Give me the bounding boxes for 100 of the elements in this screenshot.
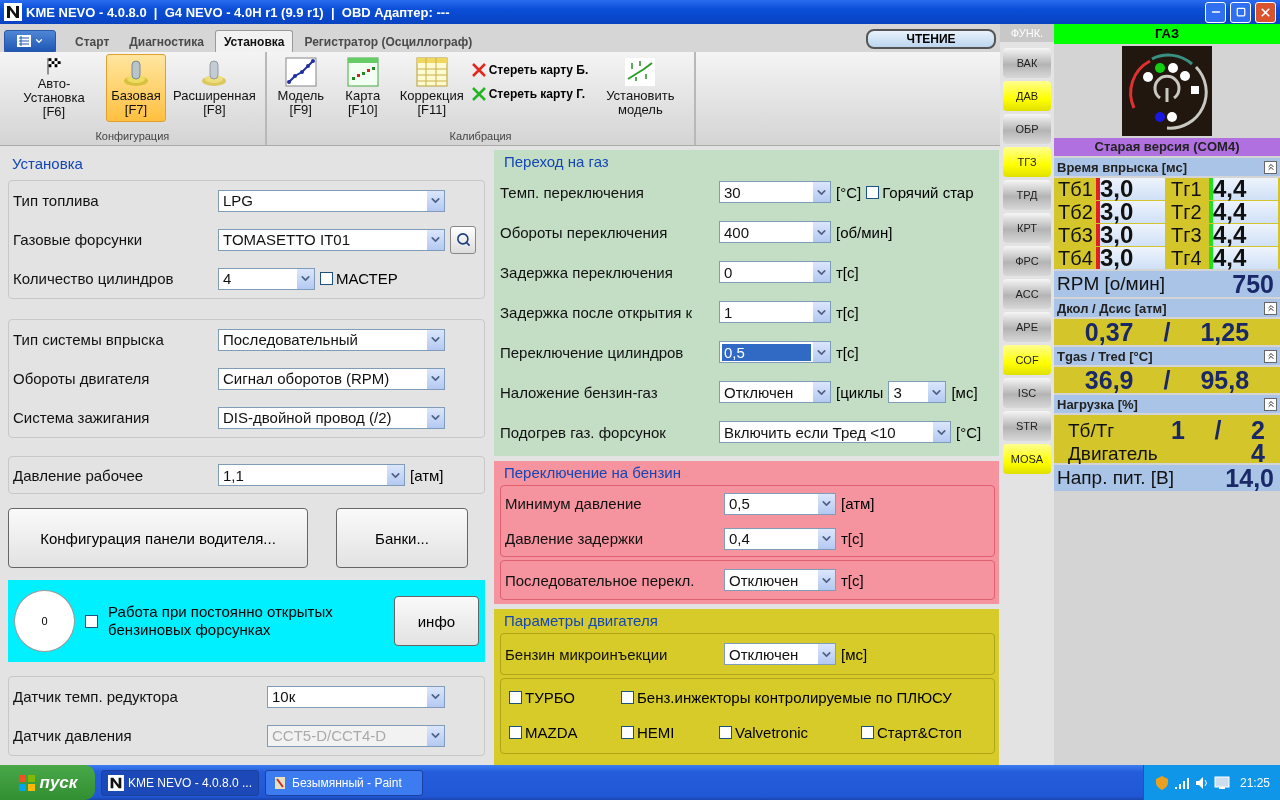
app-logo-icon bbox=[4, 3, 22, 21]
function-button[interactable]: MOSA bbox=[1003, 444, 1051, 474]
readout-value: 36,9 bbox=[1084, 365, 1134, 395]
section-title: Параметры двигателя bbox=[503, 611, 659, 631]
dropdown[interactable]: 0,4 bbox=[724, 527, 836, 550]
injector-value: 4,4 bbox=[1209, 201, 1278, 223]
ribbon-tab[interactable]: Регистратор (Осциллограф) bbox=[295, 30, 482, 52]
checkbox[interactable] bbox=[85, 614, 99, 628]
checkbox[interactable] bbox=[719, 726, 732, 739]
collapse-button[interactable] bbox=[1264, 160, 1277, 174]
ribbon-button[interactable]: Базовая [F7] bbox=[106, 54, 166, 122]
unit-label: [об/мин] bbox=[836, 223, 893, 241]
ribbon-tab[interactable]: Установка bbox=[214, 30, 294, 52]
function-button[interactable]: ОБР bbox=[1003, 114, 1051, 144]
collapse-button[interactable] bbox=[1264, 397, 1277, 411]
dropdown[interactable]: Отключен bbox=[724, 643, 836, 665]
chevron-down-icon bbox=[933, 422, 950, 442]
dropdown[interactable]: 1,1 bbox=[218, 464, 405, 486]
dropdown[interactable]: Отключен bbox=[719, 381, 831, 403]
taskbar-button[interactable]: KME NEVO - 4.0.8.0 ... bbox=[101, 769, 259, 796]
read-button[interactable]: ЧТЕНИЕ bbox=[866, 29, 996, 49]
checkbox[interactable] bbox=[621, 691, 634, 704]
function-button[interactable]: APE bbox=[1003, 312, 1051, 342]
function-button[interactable]: STR bbox=[1003, 411, 1051, 441]
ribbon-button[interactable]: Коррекция [F11] bbox=[394, 54, 469, 122]
function-button[interactable]: КРТ bbox=[1003, 213, 1051, 243]
function-button[interactable]: ACC bbox=[1003, 279, 1051, 309]
panel-title: Дкол / Дсис [атм] bbox=[1057, 300, 1167, 316]
injector-label: Тб2 bbox=[1057, 200, 1094, 224]
menu-button[interactable] bbox=[4, 30, 56, 52]
chevron-down-icon bbox=[818, 644, 835, 664]
unit-label: т[с] bbox=[841, 571, 864, 589]
dropdown[interactable]: 400 bbox=[719, 221, 831, 243]
maximize-button[interactable] bbox=[1230, 1, 1251, 23]
readout-label: Напр. пит. [В] bbox=[1057, 467, 1174, 489]
dropdown[interactable]: 0 bbox=[719, 261, 831, 283]
dropdown[interactable]: 3 bbox=[888, 381, 947, 403]
checkbox-label: Бенз.инжекторы контролируемые по ПЛЮСУ bbox=[637, 689, 952, 706]
collapse-button[interactable] bbox=[1264, 349, 1277, 363]
dropdown[interactable]: 30 bbox=[719, 181, 831, 203]
readout-label: Двигатель bbox=[1068, 442, 1158, 465]
minimize-button[interactable] bbox=[1205, 1, 1226, 23]
ribbon-button[interactable]: Авто-Установка [F6] bbox=[4, 54, 104, 122]
dropdown[interactable]: TOMASETTO IT01 bbox=[218, 228, 445, 251]
function-button[interactable]: ТГЗ bbox=[1003, 147, 1051, 177]
unit-label: т[с] bbox=[836, 343, 859, 361]
dialog-button[interactable]: Конфигурация панели водителя... bbox=[8, 508, 308, 568]
start-button[interactable]: пуск bbox=[0, 765, 95, 800]
unit-label: [°C] bbox=[956, 423, 982, 441]
checkbox[interactable] bbox=[509, 726, 522, 739]
taskbar-button[interactable]: Безымянный - Paint bbox=[265, 769, 423, 796]
dropdown[interactable]: Отключен bbox=[724, 569, 836, 591]
checkbox-label: Работа при постоянно открытых бензиновых форсунках bbox=[108, 603, 334, 639]
section-title: Установка bbox=[11, 154, 84, 174]
ribbon-button[interactable]: Модель [F9] bbox=[270, 54, 331, 122]
checkbox[interactable] bbox=[320, 272, 333, 285]
dropdown[interactable]: 1 bbox=[719, 301, 831, 323]
checkbox-label: Старт&Стоп bbox=[877, 724, 962, 741]
dropdown[interactable]: 10к bbox=[267, 685, 445, 708]
checkbox[interactable] bbox=[509, 691, 522, 704]
close-button[interactable] bbox=[1255, 1, 1276, 23]
ribbon-button[interactable]: Карта [F10] bbox=[332, 54, 393, 122]
chevron-down-icon bbox=[427, 190, 444, 211]
readout-value: 750 bbox=[1232, 269, 1274, 299]
function-button[interactable]: ВАК bbox=[1003, 48, 1051, 78]
injector-value: 3,0 bbox=[1096, 178, 1165, 200]
ribbon-tab[interactable]: Диагностика bbox=[120, 30, 213, 52]
function-button[interactable]: ТРД bbox=[1003, 180, 1051, 210]
ribbon-tab[interactable]: Старт bbox=[66, 30, 119, 52]
info-button[interactable]: инфо bbox=[393, 596, 479, 646]
search-button[interactable] bbox=[450, 225, 476, 254]
function-button[interactable]: ISC bbox=[1003, 378, 1051, 408]
checkbox[interactable] bbox=[621, 726, 634, 739]
ribbon-button[interactable]: Расширенная [F8] bbox=[168, 54, 261, 122]
dropdown[interactable]: 0,5 bbox=[724, 492, 836, 515]
dropdown[interactable]: Последовательный bbox=[218, 328, 445, 351]
dropdown[interactable]: 4 bbox=[218, 267, 315, 290]
erase-map-button[interactable]: Стереть карту Б. bbox=[470, 62, 589, 78]
search-icon bbox=[455, 232, 471, 247]
checkbox[interactable] bbox=[866, 185, 880, 199]
erase-map-button[interactable]: Стереть карту Г. bbox=[470, 86, 589, 102]
checkbox[interactable] bbox=[861, 726, 874, 739]
collapse-button[interactable] bbox=[1264, 301, 1277, 315]
function-button[interactable]: ДАВ bbox=[1003, 81, 1051, 111]
function-button[interactable]: COF bbox=[1003, 345, 1051, 375]
chevron-down-icon bbox=[818, 570, 835, 590]
function-button[interactable]: ФРС bbox=[1003, 246, 1051, 276]
checkbox-label: HEMI bbox=[637, 724, 675, 741]
dropdown[interactable]: Сигнал оборотов (RPM) bbox=[218, 367, 445, 390]
ribbon-button[interactable]: Установить модель bbox=[590, 54, 691, 122]
dropdown[interactable]: DIS-двойной провод (/2) bbox=[218, 406, 445, 429]
connection-status: Старая версия (COM4) bbox=[1054, 138, 1280, 156]
unit-label: т[с] bbox=[836, 303, 859, 321]
chevron-down-icon bbox=[813, 222, 830, 242]
group-label: Конфигурация bbox=[94, 130, 171, 144]
dropdown[interactable]: 0,5 bbox=[719, 341, 831, 363]
dropdown[interactable]: LPG bbox=[218, 189, 445, 212]
dropdown[interactable]: Включить если Тред <10 bbox=[719, 421, 951, 443]
injector-value: 4,4 bbox=[1209, 247, 1278, 269]
dialog-button[interactable]: Банки... bbox=[336, 508, 468, 568]
